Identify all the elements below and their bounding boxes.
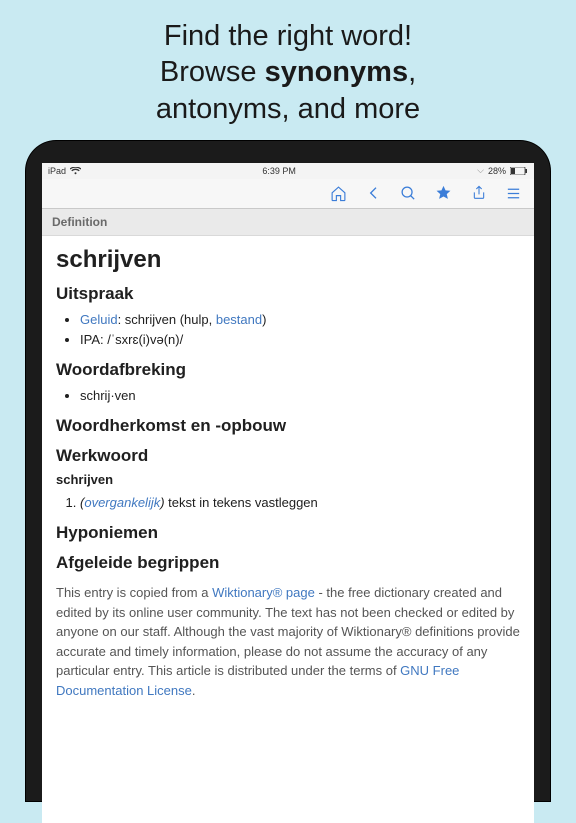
promo-line2-bold: synonyms xyxy=(265,56,408,88)
section-label: Definition xyxy=(42,209,534,236)
section-hyponiemen: Hyponiemen xyxy=(56,523,520,543)
promo-line1: Find the right word! xyxy=(164,20,412,52)
section-werkwoord: Werkwoord xyxy=(56,446,520,466)
promo-banner: Find the right word! Browse synonyms, an… xyxy=(0,0,576,141)
status-bar: iPad 6:39 PM ⌵ 28% xyxy=(42,163,534,179)
woordafbreking-value: schrij·ven xyxy=(80,386,520,406)
section-afgeleide: Afgeleide begrippen xyxy=(56,553,520,573)
section-uitspraak: Uitspraak xyxy=(56,284,520,304)
battery-percent: 28% xyxy=(488,166,506,176)
bestand-link[interactable]: bestand xyxy=(216,312,262,327)
wiktionary-link[interactable]: Wiktionary® page xyxy=(212,585,315,600)
attribution-footer: This entry is copied from a Wiktionary® … xyxy=(56,583,520,700)
menu-icon[interactable] xyxy=(505,185,522,202)
werkwoord-def: (overgankelijk) tekst in tekens vastlegg… xyxy=(80,493,520,513)
section-woordafbreking: Woordafbreking xyxy=(56,360,520,380)
device-screen: iPad 6:39 PM ⌵ 28% xyxy=(42,163,534,823)
promo-line3: antonyms, and more xyxy=(156,93,420,125)
section-woordherkomst: Woordherkomst en -opbouw xyxy=(56,416,520,436)
carrier-label: iPad xyxy=(48,166,66,176)
werkwoord-sub: schrijven xyxy=(56,472,520,487)
definition-content: schrijven Uitspraak Geluid: schrijven (h… xyxy=(42,236,534,719)
device-frame: iPad 6:39 PM ⌵ 28% xyxy=(26,141,550,801)
battery-icon xyxy=(510,167,528,175)
star-icon[interactable] xyxy=(435,185,452,202)
promo-line2-suffix: , xyxy=(408,56,416,88)
uitspraak-ipa: IPA: /ˈsxrɛ(i)və(n)/ xyxy=(80,330,520,350)
overgankelijk-link[interactable]: overgankelijk xyxy=(84,495,160,510)
back-icon[interactable] xyxy=(365,185,382,202)
geluid-link[interactable]: Geluid xyxy=(80,312,118,327)
status-time: 6:39 PM xyxy=(262,166,296,176)
toolbar xyxy=(42,179,534,209)
search-icon[interactable] xyxy=(400,185,417,202)
uitspraak-geluid: Geluid: schrijven (hulp, bestand) xyxy=(80,310,520,330)
share-icon[interactable] xyxy=(470,185,487,202)
home-icon[interactable] xyxy=(330,185,347,202)
promo-line2-prefix: Browse xyxy=(160,56,265,88)
bluetooth-icon: ⌵ xyxy=(477,165,484,176)
headword: schrijven xyxy=(56,246,520,274)
wifi-icon xyxy=(70,167,81,175)
